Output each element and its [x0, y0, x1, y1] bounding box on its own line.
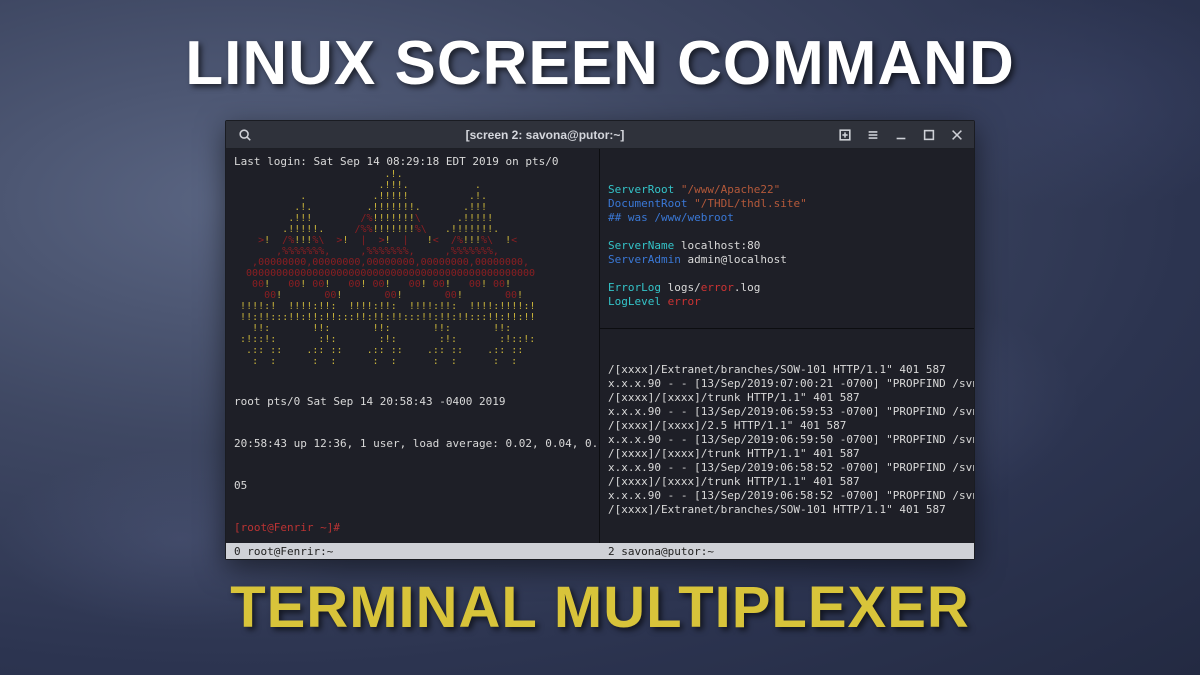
headline-top: LINUX SCREEN COMMAND	[0, 28, 1200, 99]
terminal-window: [screen 2: savona@putor:~] Last login: S…	[225, 120, 975, 560]
menu-icon[interactable]	[860, 124, 886, 146]
uptime-line-2: 05	[234, 479, 591, 493]
screen-status-bar: 0 root@Fenrir:~ 2 savona@putor:~	[226, 543, 974, 559]
uptime-line-1: 20:58:43 up 12:36, 1 user, load average:…	[234, 437, 591, 451]
status-right[interactable]: 2 savona@putor:~	[600, 545, 722, 558]
maximize-icon[interactable]	[916, 124, 942, 146]
new-tab-icon[interactable]	[832, 124, 858, 146]
terminal-body[interactable]: Last login: Sat Sep 14 08:29:18 EDT 2019…	[226, 149, 974, 543]
titlebar: [screen 2: savona@putor:~]	[226, 121, 974, 149]
close-icon[interactable]	[944, 124, 970, 146]
who-line: root pts/0 Sat Sep 14 20:58:43 -0400 201…	[234, 395, 591, 409]
pane-left-footer: root pts/0 Sat Sep 14 20:58:43 -0400 201…	[234, 367, 591, 543]
status-left[interactable]: 0 root@Fenrir:~	[226, 545, 600, 558]
config-file-view: ServerRoot "/www/Apache22" DocumentRoot …	[608, 183, 966, 309]
pane-left[interactable]: Last login: Sat Sep 14 08:29:18 EDT 2019…	[226, 149, 600, 543]
pane-bottom-right[interactable]: /[xxxx]/Extranet/branches/SOW-101 HTTP/1…	[600, 329, 974, 543]
window-title: [screen 2: savona@putor:~]	[258, 128, 832, 142]
pane-right-stack: ServerRoot "/www/Apache22" DocumentRoot …	[600, 149, 974, 543]
headline-bottom: TERMINAL MULTIPLEXER	[0, 574, 1200, 641]
last-login-line: Last login: Sat Sep 14 08:29:18 EDT 2019…	[234, 155, 591, 169]
log-output: /[xxxx]/Extranet/branches/SOW-101 HTTP/1…	[608, 363, 966, 517]
shell-prompt[interactable]: [root@Fenrir ~]#	[234, 521, 591, 535]
search-icon[interactable]	[232, 124, 258, 146]
ascii-art: .!. .!!!. . . .!!!!! .!. .!. .!!!!!!!. .…	[234, 169, 591, 367]
pane-top-right[interactable]: ServerRoot "/www/Apache22" DocumentRoot …	[600, 149, 974, 329]
minimize-icon[interactable]	[888, 124, 914, 146]
